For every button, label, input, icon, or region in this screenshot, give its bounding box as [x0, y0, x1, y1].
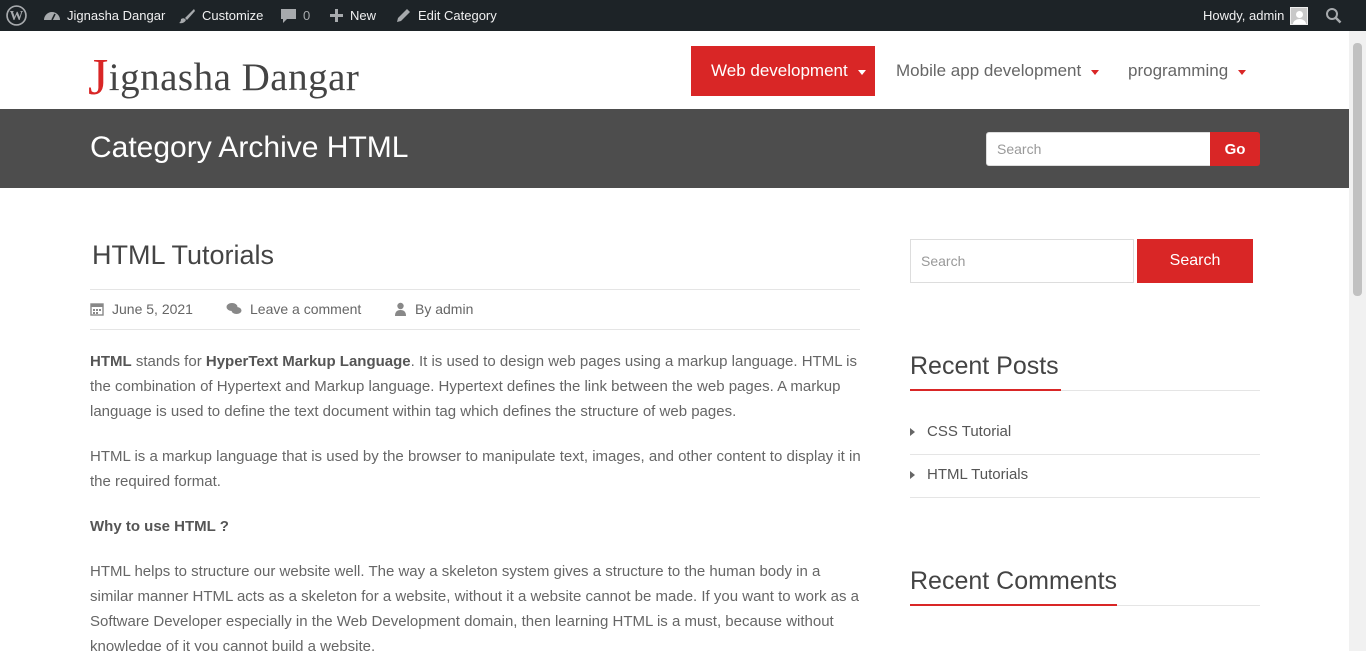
- edit-category-label: Edit Category: [418, 8, 497, 23]
- nav-label: programming: [1128, 61, 1229, 80]
- logo-text: ignasha Dangar: [108, 56, 360, 99]
- post-subheading: Why to use HTML ?: [90, 518, 229, 535]
- recent-post-item[interactable]: CSS Tutorial: [910, 423, 1011, 440]
- paragraph-text: stands for: [131, 353, 206, 370]
- admin-bar-new[interactable]: New: [329, 0, 376, 31]
- nav-programming[interactable]: programming: [1128, 46, 1247, 96]
- post-paragraph: HTML is a markup language that is used b…: [90, 448, 861, 490]
- wordpress-logo-icon[interactable]: W: [6, 0, 27, 31]
- logo-initial: J: [88, 49, 109, 106]
- author-label: By admin: [415, 301, 474, 317]
- caret-right-icon: [910, 427, 915, 436]
- caret-down-icon: [1238, 69, 1247, 75]
- bold-term: HTML: [90, 353, 132, 370]
- post-author[interactable]: By admin: [394, 299, 473, 319]
- nav-label: Web development: [711, 61, 848, 80]
- post-date[interactable]: June 5, 2021: [90, 299, 193, 319]
- dashboard-icon: [44, 11, 60, 20]
- avatar: [1290, 6, 1309, 25]
- admin-bar: W Jignasha Dangar Customize 0 New Edit C…: [0, 0, 1366, 31]
- header-search-input[interactable]: Search: [986, 132, 1211, 166]
- divider: [90, 329, 860, 330]
- recent-posts-title: Recent Posts: [910, 352, 1059, 380]
- caret-down-icon: [857, 69, 866, 75]
- brush-icon: [179, 8, 195, 23]
- comments-icon: [226, 303, 242, 314]
- recent-comments-title: Recent Comments: [910, 567, 1118, 595]
- new-label: New: [350, 8, 377, 23]
- sidebar-search-button[interactable]: Search: [1137, 239, 1253, 283]
- nav-web-development[interactable]: Web development: [691, 46, 875, 96]
- post-paragraph: HTML stands for HyperText Markup Languag…: [90, 349, 862, 424]
- user-icon: [395, 302, 406, 316]
- howdy-label: Howdy, admin: [1203, 8, 1285, 23]
- post-date-label: June 5, 2021: [112, 301, 193, 317]
- caret-right-icon: [910, 470, 915, 479]
- sidebar-search-input[interactable]: Search: [910, 239, 1134, 283]
- admin-bar-customize[interactable]: Customize: [178, 0, 263, 31]
- admin-bar-account[interactable]: Howdy, admin: [1203, 0, 1309, 31]
- site-name-label: Jignasha Dangar: [67, 8, 166, 23]
- site-logo[interactable]: Jignasha Dangar: [88, 44, 360, 106]
- admin-bar-edit-category[interactable]: Edit Category: [395, 0, 497, 31]
- calendar-icon: [90, 303, 104, 316]
- admin-bar-search-icon[interactable]: [1325, 0, 1342, 31]
- divider: [90, 289, 860, 290]
- customize-label: Customize: [202, 8, 264, 23]
- post-paragraph: HTML helps to structure our website well…: [90, 563, 859, 651]
- pencil-icon: [397, 8, 410, 22]
- post-comment-link[interactable]: Leave a comment: [226, 299, 361, 319]
- page-scrollbar[interactable]: [1349, 31, 1366, 651]
- caret-down-icon: [1091, 69, 1100, 75]
- nav-label: Mobile app development: [896, 61, 1082, 80]
- svg-text:W: W: [10, 8, 24, 23]
- scrollbar-thumb[interactable]: [1353, 43, 1362, 296]
- page-title: Category Archive HTML: [90, 131, 409, 164]
- post-title[interactable]: HTML Tutorials: [92, 240, 274, 271]
- recent-post-link: CSS Tutorial: [927, 423, 1012, 440]
- divider: [910, 497, 1260, 498]
- recent-post-item[interactable]: HTML Tutorials: [910, 466, 1028, 483]
- admin-bar-comments[interactable]: 0: [280, 0, 310, 31]
- comments-count: 0: [303, 8, 311, 23]
- title-underline: [910, 389, 1061, 391]
- comment-link-label: Leave a comment: [250, 301, 362, 317]
- nav-mobile-app-development[interactable]: Mobile app development: [896, 46, 1100, 96]
- bold-term: HyperText Markup Language: [205, 353, 411, 370]
- recent-post-link: HTML Tutorials: [927, 466, 1029, 483]
- admin-bar-site-link[interactable]: Jignasha Dangar: [43, 0, 165, 31]
- title-underline: [910, 604, 1117, 606]
- comment-icon: [281, 8, 296, 23]
- header-search-go-button[interactable]: Go: [1210, 132, 1260, 166]
- divider: [910, 454, 1260, 455]
- plus-icon: [330, 9, 343, 22]
